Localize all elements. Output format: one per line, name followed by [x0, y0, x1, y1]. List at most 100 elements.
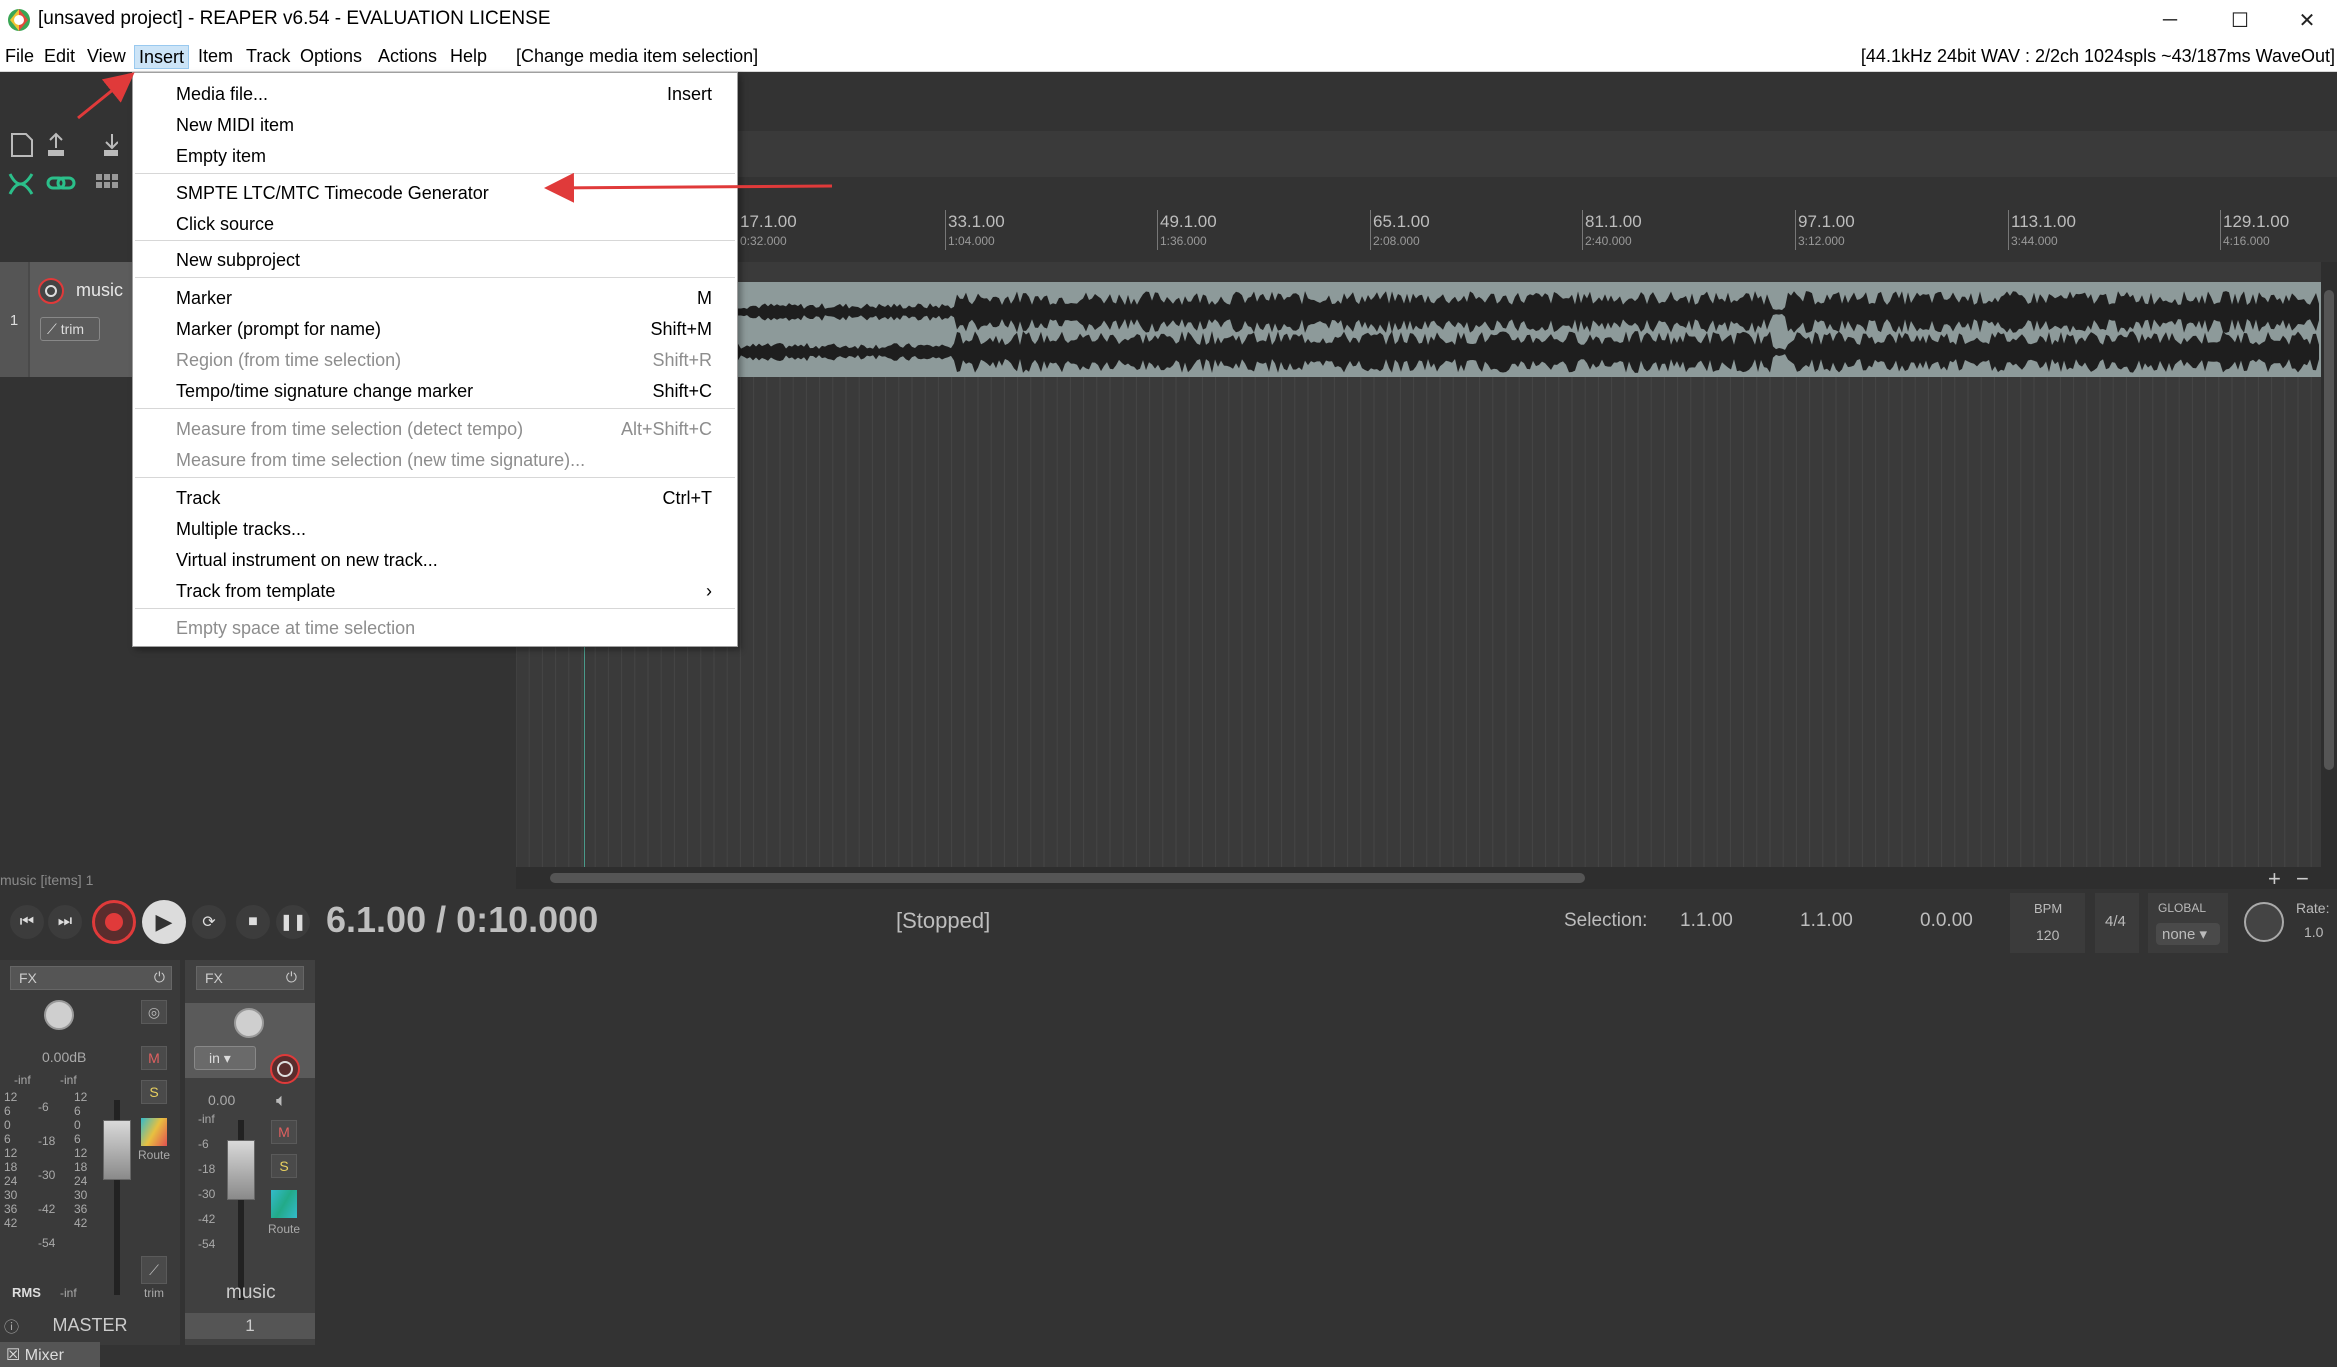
menu-edit[interactable]: Edit [40, 45, 79, 69]
selection-length[interactable]: 0.0.00 [1920, 910, 1973, 932]
grid-lines [516, 377, 2312, 867]
zoom-out-icon[interactable]: − [2296, 866, 2309, 892]
master-route-icon[interactable] [141, 1118, 167, 1146]
music-fader[interactable] [227, 1140, 255, 1200]
selection-start[interactable]: 1.1.00 [1680, 910, 1733, 932]
scale-mark: 0 [4, 1118, 11, 1132]
master-fx-button[interactable]: FX ⏻ [10, 966, 172, 990]
music-route-icon[interactable] [271, 1190, 297, 1218]
mixer-tab[interactable]: ☒ Mixer [0, 1342, 100, 1367]
horizontal-scroll-thumb[interactable] [550, 873, 1585, 883]
time-signature-box[interactable]: 4/4 [2095, 893, 2139, 953]
menu-item-multiple-tracks[interactable]: Multiple tracks... [133, 514, 737, 544]
music-solo-button[interactable]: S [271, 1154, 297, 1178]
menu-actions[interactable]: Actions [374, 45, 441, 69]
master-trim-label: trim [144, 1286, 164, 1300]
track-number[interactable]: 1 [0, 262, 28, 377]
vertical-scroll-thumb[interactable] [2324, 290, 2334, 770]
menu-item-smpte-timecode-generator[interactable]: SMPTE LTC/MTC Timecode Generator [133, 178, 737, 208]
time-display[interactable]: 6.1.00 / 0:10.000 [326, 899, 598, 941]
rate-value[interactable]: 1.0 [2304, 924, 2323, 940]
menu-file[interactable]: File [1, 45, 38, 69]
pause-button[interactable]: ❚❚ [276, 905, 310, 939]
menu-item-virtual-instrument-track[interactable]: Virtual instrument on new track... [133, 545, 737, 575]
menu-view[interactable]: View [83, 45, 130, 69]
menu-item-media-file[interactable]: Media file... Insert [133, 79, 737, 109]
record-button[interactable] [92, 900, 136, 944]
music-pan-knob[interactable] [234, 1008, 264, 1038]
menu-item-empty-item[interactable]: Empty item [133, 141, 737, 171]
menu-item-click-source[interactable]: Click source [133, 209, 737, 239]
bpm-box[interactable]: BPM 120 [2010, 893, 2085, 953]
menu-item-label: Media file... [176, 84, 269, 104]
menu-item-track[interactable]: Track Ctrl+T [133, 483, 737, 513]
menu-separator [135, 408, 735, 409]
menu-item-new-midi-item[interactable]: New MIDI item [133, 110, 737, 140]
link-icon[interactable] [46, 176, 76, 190]
menu-item-new-subproject[interactable]: New subproject [133, 245, 737, 275]
close-icon[interactable]: ☒ [6, 1347, 20, 1364]
master-volume[interactable]: 0.00dB [42, 1049, 86, 1065]
master-mute-button[interactable]: M [141, 1046, 167, 1070]
master-solo-button[interactable]: S [141, 1080, 167, 1104]
go-to-start-button[interactable]: ⏮ [10, 905, 44, 939]
global-label: GLOBAL [2158, 901, 2207, 915]
open-project-icon[interactable] [48, 132, 64, 156]
menu-item-marker[interactable]: Marker M [133, 283, 737, 313]
music-fx-button[interactable]: FX ⏻ [196, 966, 304, 990]
rate-label: Rate: [2296, 900, 2330, 916]
trim-button[interactable]: ⟋ trim [40, 317, 100, 341]
menu-item-shortcut: Shift+R [652, 350, 712, 370]
menu-item-tempo-marker[interactable]: Tempo/time signature change marker Shift+… [133, 376, 737, 406]
zoom-in-icon[interactable]: + [2268, 866, 2281, 892]
menu-item-marker-prompt[interactable]: Marker (prompt for name) Shift+M [133, 314, 737, 344]
master-fader[interactable] [103, 1120, 131, 1180]
speaker-icon[interactable]: 🔈︎ [276, 1090, 287, 1111]
master-trim-button[interactable]: ⟋ [141, 1256, 167, 1284]
master-mono-button[interactable]: ◎ [141, 1000, 167, 1024]
close-button[interactable]: ✕ [2272, 0, 2337, 41]
playrate-knob[interactable] [2244, 902, 2284, 942]
grid-icon[interactable] [96, 174, 118, 188]
music-mute-button[interactable]: M [271, 1120, 297, 1144]
chevron-right-icon: › [706, 581, 712, 601]
music-volume[interactable]: 0.00 [208, 1092, 235, 1108]
master-pan-knob[interactable] [44, 1000, 74, 1030]
reaper-logo-icon [8, 9, 30, 31]
menu-track[interactable]: Track [242, 45, 294, 69]
menu-item[interactable]: Item [194, 45, 237, 69]
new-project-icon[interactable] [11, 133, 33, 157]
waveform-channel-right [516, 331, 2319, 373]
automation-mode-box[interactable]: GLOBAL none ▾ [2148, 893, 2228, 953]
selection-end[interactable]: 1.1.00 [1800, 910, 1853, 932]
scale-mark: 24 [4, 1174, 18, 1188]
info-icon[interactable]: ⓘ [4, 1316, 19, 1337]
repeat-button[interactable]: ⟳ [192, 905, 226, 939]
record-arm-button[interactable] [38, 278, 64, 304]
stop-button[interactable]: ■ [236, 905, 270, 939]
music-strip-name[interactable]: music [226, 1282, 276, 1304]
ruler-bar-label: 113.1.00 [2011, 212, 2076, 231]
track-name[interactable]: music [76, 280, 123, 301]
menu-insert[interactable]: Insert [134, 45, 190, 69]
ruler-bar-label: 81.1.00 [1585, 212, 1642, 231]
maximize-button[interactable]: ☐ [2205, 0, 2275, 41]
ripple-edit-icon[interactable] [8, 173, 34, 195]
save-project-icon[interactable] [104, 134, 118, 156]
waveform [516, 291, 2319, 373]
go-to-end-button[interactable]: ⏭ [48, 905, 82, 939]
music-record-arm-button[interactable] [270, 1054, 300, 1084]
music-input-dropdown[interactable]: in ▾ [194, 1046, 256, 1070]
play-button[interactable]: ▶ [142, 900, 186, 944]
record-arm-icon [277, 1061, 293, 1077]
minimize-button[interactable]: ─ [2135, 0, 2205, 41]
menu-help[interactable]: Help [446, 45, 491, 69]
audio-status[interactable]: [44.1kHz 24bit WAV : 2/2ch 1024spls ~43/… [1861, 46, 2335, 67]
bpm-value: 120 [2036, 927, 2060, 943]
arrange-header [516, 72, 2337, 131]
menu-options[interactable]: Options [296, 45, 366, 69]
menu-item-track-from-template[interactable]: Track from template › [133, 576, 737, 606]
automation-mode-dropdown[interactable]: none ▾ [2156, 923, 2220, 945]
window-title: [unsaved project] - REAPER v6.54 - EVALU… [38, 8, 551, 29]
media-item[interactable] [516, 282, 2321, 377]
